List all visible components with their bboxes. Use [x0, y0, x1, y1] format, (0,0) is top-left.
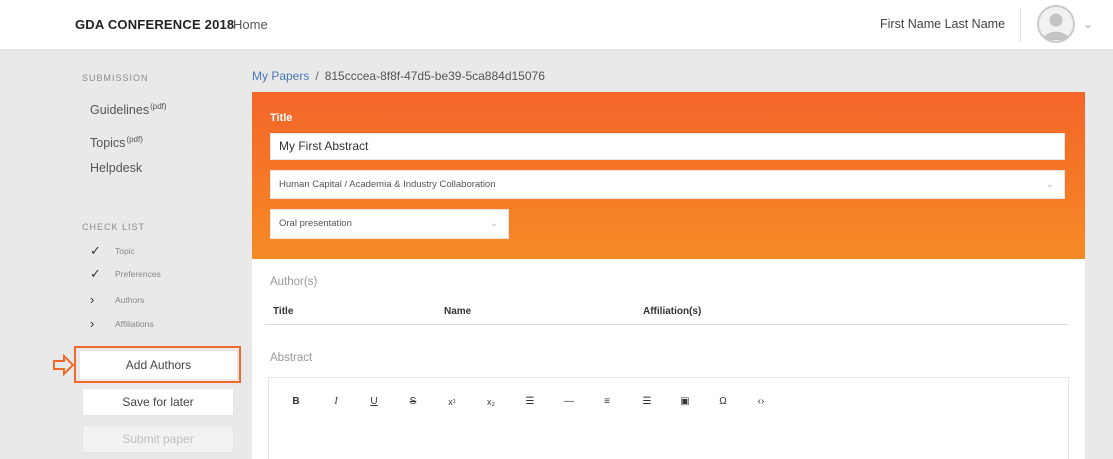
image-icon[interactable]: ▣: [676, 392, 694, 412]
submission-section-label: SUBMISSION: [82, 73, 149, 83]
topic-select-value: Human Capital / Academia & Industry Coll…: [279, 179, 496, 190]
checkmark-icon: ✓: [90, 266, 101, 281]
special-character-icon[interactable]: Ω: [714, 392, 732, 412]
checklist-section-label: CHECK LIST: [82, 222, 146, 232]
breadcrumb-my-papers[interactable]: My Papers: [252, 69, 309, 83]
underline-icon[interactable]: U: [365, 392, 383, 412]
abstract-section-label: Abstract: [270, 352, 313, 364]
align-icon[interactable]: ≡: [598, 392, 616, 412]
bulleted-list-icon[interactable]: ☰: [521, 392, 539, 412]
title-label: Title: [270, 112, 293, 124]
strikethrough-icon[interactable]: S: [404, 392, 422, 412]
checklist-label: Preferences: [115, 269, 161, 279]
sidebar-link-topics[interactable]: Topics(pdf): [90, 135, 143, 150]
header-divider: [1020, 8, 1021, 42]
breadcrumb-paper-id: 815cccea-8f8f-47d5-be39-5ca884d15076: [324, 69, 545, 83]
top-navbar: GDA CONFERENCE 2018 Home First Name Last…: [0, 0, 1113, 50]
presentation-select-value: Oral presentation: [279, 218, 352, 229]
italic-icon[interactable]: I: [327, 392, 345, 412]
pdf-tag: (pdf): [126, 135, 143, 144]
authors-col-title: Title: [273, 306, 294, 317]
subscript-icon[interactable]: x₂: [482, 392, 500, 412]
user-name[interactable]: First Name Last Name: [880, 17, 1005, 31]
title-input[interactable]: My First Abstract: [270, 133, 1065, 160]
sidebar-link-label: Topics: [90, 136, 126, 150]
brand-title[interactable]: GDA CONFERENCE 2018: [75, 17, 234, 32]
authors-table-divider: [265, 324, 1069, 325]
checklist-label: Affiliations: [115, 319, 154, 329]
abstract-editor[interactable]: [268, 377, 1069, 459]
checklist-item-preferences: ✓ Preferences: [90, 267, 161, 281]
horizontal-rule-icon[interactable]: —: [560, 392, 578, 412]
authors-col-affiliations: Affiliation(s): [643, 306, 702, 317]
checklist-item-topic: ✓ Topic: [90, 244, 135, 258]
chevron-down-icon: ⌄: [489, 218, 498, 229]
avatar[interactable]: [1037, 5, 1075, 43]
topic-select[interactable]: Human Capital / Academia & Industry Coll…: [270, 170, 1065, 199]
save-for-later-button[interactable]: Save for later: [82, 388, 234, 416]
numbered-list-icon[interactable]: ☰: [638, 392, 656, 412]
checklist-item-authors: › Authors: [90, 293, 144, 307]
highlight-callout-box: [74, 346, 241, 383]
chevron-down-icon[interactable]: ⌄: [1083, 17, 1093, 31]
authors-col-name: Name: [444, 306, 472, 317]
chevron-right-icon: ›: [90, 316, 95, 331]
breadcrumb: My Papers / 815cccea-8f8f-47d5-be39-5ca884…: [252, 69, 545, 83]
authors-section-label: Author(s): [270, 276, 318, 288]
submit-paper-button[interactable]: Submit paper: [82, 425, 234, 453]
bold-icon[interactable]: B: [287, 392, 305, 412]
sidebar-link-guidelines[interactable]: Guidelines(pdf): [90, 102, 167, 117]
checklist-label: Authors: [115, 295, 145, 305]
checklist-label: Topic: [115, 246, 135, 256]
breadcrumb-separator: /: [315, 69, 319, 83]
nav-home-link[interactable]: Home: [233, 17, 268, 32]
chevron-down-icon: ⌄: [1045, 179, 1054, 190]
user-avatar-icon: [1043, 13, 1069, 40]
sidebar-link-label: Helpdesk: [90, 161, 143, 175]
sidebar-link-label: Guidelines: [90, 103, 150, 117]
arrow-right-icon: [53, 354, 75, 376]
chevron-right-icon: ›: [90, 292, 95, 307]
checkmark-icon: ✓: [90, 243, 101, 258]
presentation-type-select[interactable]: Oral presentation ⌄: [270, 209, 509, 239]
pdf-tag: (pdf): [150, 102, 167, 111]
source-code-icon[interactable]: ‹›: [752, 392, 770, 412]
sidebar-link-helpdesk[interactable]: Helpdesk: [90, 161, 142, 175]
checklist-item-affiliations: › Affiliations: [90, 317, 154, 331]
superscript-icon[interactable]: x¹: [443, 392, 461, 412]
